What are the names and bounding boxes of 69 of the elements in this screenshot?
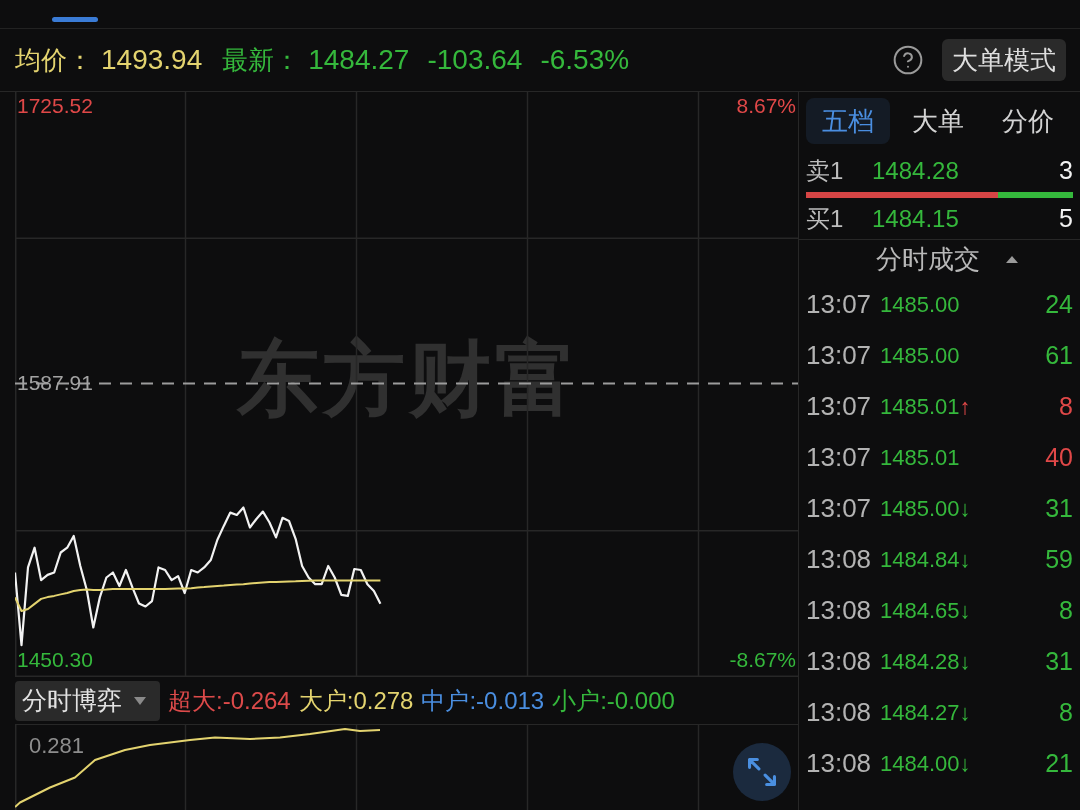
- price-change-percent: -6.53%: [540, 43, 630, 77]
- trade-price: 1484.65: [880, 597, 960, 625]
- trade-volume: 21: [1045, 747, 1073, 779]
- bid-level-label: 买1: [806, 203, 845, 234]
- trade-price: 1485.01: [880, 393, 960, 421]
- ask-price: 1484.28: [872, 156, 959, 186]
- price-change: -103.64: [427, 43, 523, 77]
- trade-time: 13:08: [806, 594, 873, 627]
- trade-price: 1485.00: [880, 495, 960, 523]
- ask-level-label: 卖1: [806, 156, 845, 186]
- trade-volume: 59: [1045, 543, 1073, 575]
- trade-price: 1485.00: [880, 291, 960, 319]
- trade-time: 13:08: [806, 696, 873, 729]
- legend-value: 中户:-0.013: [421, 685, 545, 716]
- trade-price: 1484.28: [880, 648, 960, 676]
- latest-price-label: 最新：: [222, 43, 301, 77]
- trade-time: 13:07: [806, 288, 873, 321]
- trade-time: 13:08: [806, 543, 873, 576]
- axis-label: 1725.52: [17, 93, 93, 119]
- trade-time: 13:08: [806, 747, 873, 780]
- large-order-mode-button[interactable]: 大单模式: [942, 39, 1066, 81]
- trade-price: 1485.01: [880, 444, 960, 472]
- trade-time: 13:07: [806, 339, 873, 372]
- percent-label: -8.67%: [729, 647, 796, 673]
- order-book-tab[interactable]: 五档: [806, 98, 890, 144]
- trade-time: 13:08: [806, 645, 873, 678]
- direction-arrow: ↓: [959, 648, 971, 676]
- trade-time: 13:07: [806, 441, 873, 474]
- latest-price-value: 1484.27: [308, 43, 410, 77]
- trade-volume: 31: [1045, 492, 1073, 524]
- caret-down-icon: [134, 696, 146, 705]
- trade-volume: 8: [1059, 696, 1073, 728]
- expand-icon: [748, 758, 776, 786]
- direction-arrow: ↓: [959, 750, 971, 778]
- trade-volume: 8: [1059, 594, 1073, 626]
- direction-arrow: ↓: [959, 597, 971, 625]
- indicator-dropdown[interactable]: 分时博弈: [15, 680, 160, 721]
- caret-up-icon[interactable]: [1005, 256, 1018, 263]
- bid-price: 1484.15: [872, 203, 959, 234]
- trade-price: 1484.84: [880, 546, 960, 574]
- trade-volume: 24: [1045, 288, 1073, 320]
- direction-arrow: ↓: [959, 495, 971, 523]
- trade-time: 13:07: [806, 390, 873, 423]
- order-book-tab[interactable]: 分价: [986, 98, 1070, 144]
- tab-underline: [52, 17, 98, 22]
- average-price-value: 1493.94: [101, 43, 203, 77]
- direction-arrow: ↑: [959, 393, 971, 421]
- trade-price: 1484.00: [880, 750, 960, 778]
- ask-volume: 3: [1059, 155, 1073, 187]
- trade-price: 1485.00: [880, 342, 960, 370]
- trade-price: 1484.27: [880, 699, 960, 727]
- trade-volume: 61: [1045, 339, 1073, 371]
- average-price-label: 均价：: [15, 43, 93, 77]
- axis-label: 0.281: [29, 733, 85, 759]
- percent-label: 8.67%: [736, 93, 796, 119]
- trade-time: 13:07: [806, 492, 873, 525]
- direction-arrow: ↓: [959, 699, 971, 727]
- order-book-tab[interactable]: 大单: [896, 98, 980, 144]
- legend-value: 小户:-0.000: [552, 685, 675, 716]
- help-icon[interactable]: [892, 44, 924, 76]
- axis-label: 1450.30: [17, 647, 93, 673]
- bid-volume: 5: [1059, 202, 1073, 234]
- trade-volume: 40: [1045, 441, 1073, 473]
- direction-arrow: ↓: [959, 546, 971, 574]
- trade-volume: 31: [1045, 645, 1073, 677]
- legend-value: 超大:-0.264: [168, 685, 291, 716]
- trade-volume: 8: [1059, 390, 1073, 422]
- trades-title: 分时成交: [875, 243, 980, 276]
- legend-value: 大户:0.278: [298, 685, 414, 716]
